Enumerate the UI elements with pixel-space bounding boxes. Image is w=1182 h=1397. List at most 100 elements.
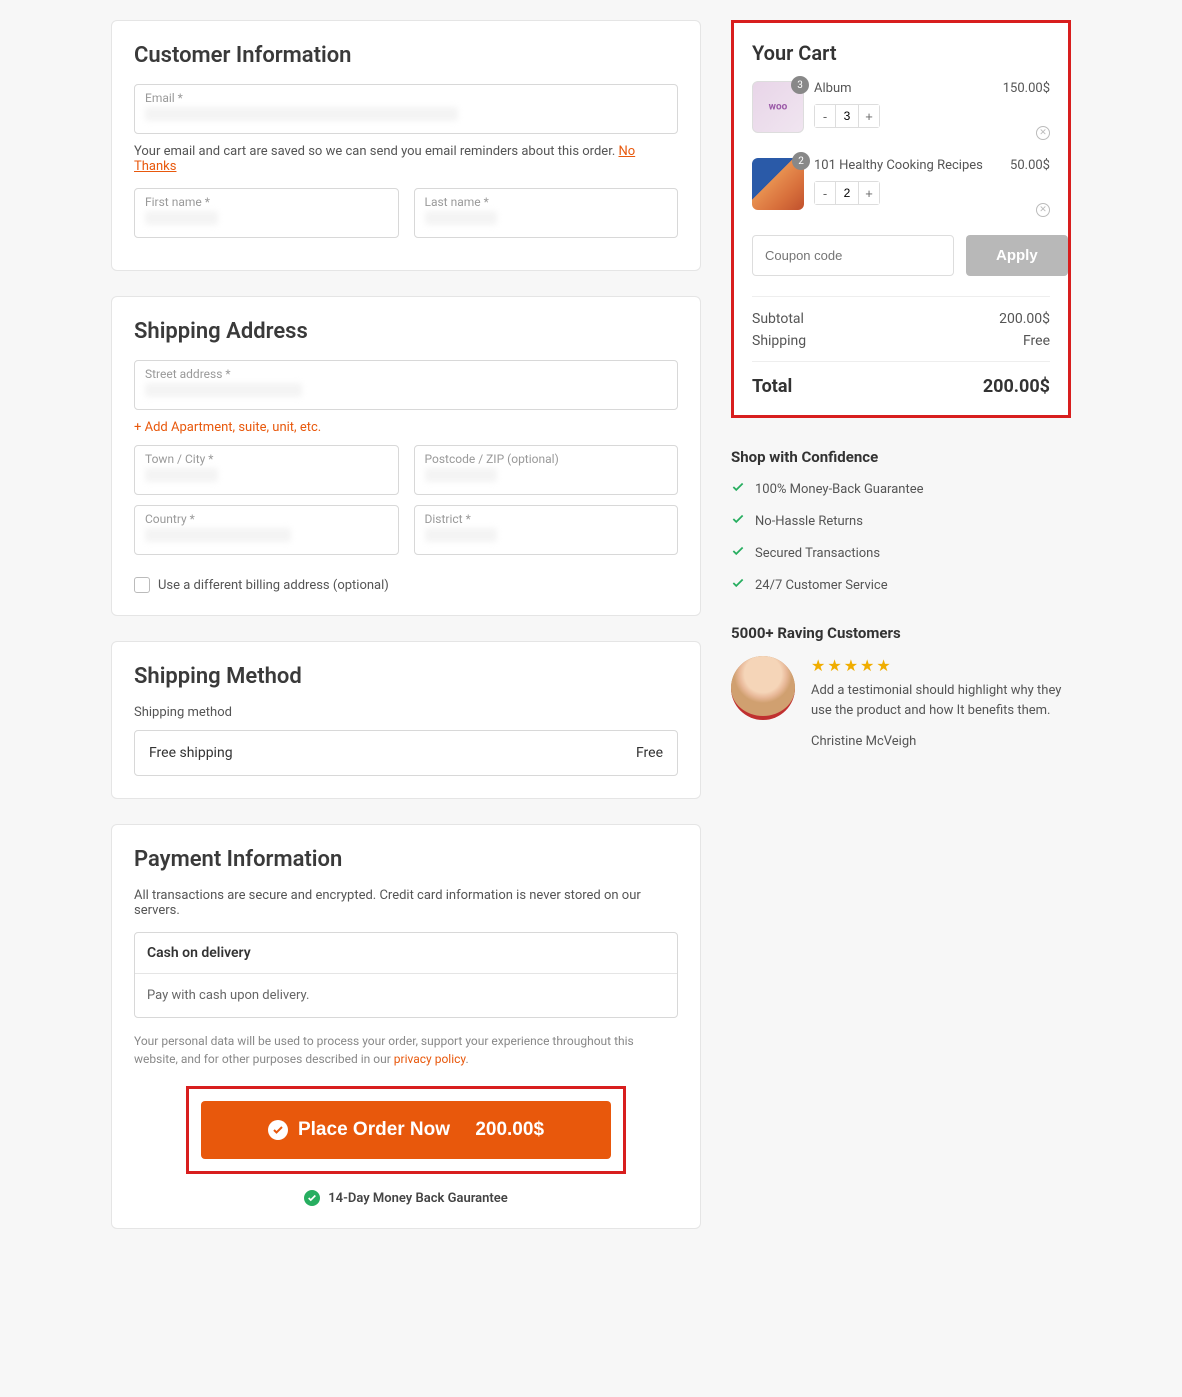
add-apartment-link[interactable]: Add Apartment, suite, unit, etc.	[134, 420, 678, 435]
email-value-blurred	[145, 107, 458, 121]
confidence-section: Shop with Confidence 100% Money-Back Gua…	[731, 448, 1071, 594]
district-value-blurred	[425, 528, 498, 542]
shipping-option-cost: Free	[636, 745, 663, 761]
first-name-value-blurred	[145, 211, 218, 225]
guarantee-row: 14-Day Money Back Gaurantee	[134, 1190, 678, 1206]
qty-increase-button[interactable]: +	[859, 182, 879, 204]
cart-item-price: 50.00$	[1010, 158, 1050, 173]
remove-item-button[interactable]: ✕	[1036, 126, 1050, 140]
town-field[interactable]: Town / City *	[134, 445, 399, 495]
cart-item: 2 101 Healthy Cooking Recipes - + 50.00$…	[752, 158, 1050, 217]
cart-title: Your Cart	[752, 41, 1050, 65]
postcode-value-blurred	[425, 468, 498, 482]
qty-decrease-button[interactable]: -	[815, 182, 835, 204]
country-label: Country *	[145, 512, 388, 526]
testimonials-section: 5000+ Raving Customers ★★★★★ Add a testi…	[731, 624, 1071, 749]
apply-coupon-button[interactable]: Apply	[966, 235, 1068, 276]
testimonials-title: 5000+ Raving Customers	[731, 624, 1071, 642]
shipping-address-card: Shipping Address Street address * Add Ap…	[111, 296, 701, 616]
last-name-value-blurred	[425, 211, 498, 225]
qty-decrease-button[interactable]: -	[815, 105, 835, 127]
customer-info-title: Customer Information	[134, 43, 678, 68]
cart-item-name: Album	[814, 81, 993, 96]
total-label: Total	[752, 376, 792, 397]
qty-input[interactable]	[835, 182, 859, 204]
cart-item-thumb: 2	[752, 158, 804, 210]
diff-billing-checkbox[interactable]	[134, 577, 150, 593]
payment-method-name: Cash on delivery	[135, 933, 677, 974]
check-icon	[731, 544, 745, 562]
confidence-title: Shop with Confidence	[731, 448, 1071, 466]
remove-item-button[interactable]: ✕	[1036, 203, 1050, 217]
confidence-item: Secured Transactions	[731, 544, 1071, 562]
coupon-input[interactable]	[752, 235, 954, 276]
cart-item-thumb: 3	[752, 81, 804, 133]
customer-info-card: Customer Information Email * Your email …	[111, 20, 701, 271]
diff-billing-label: Use a different billing address (optiona…	[158, 578, 389, 593]
quantity-stepper: - +	[814, 181, 880, 205]
check-icon	[731, 576, 745, 594]
postcode-field[interactable]: Postcode / ZIP (optional)	[414, 445, 679, 495]
district-label: District *	[425, 512, 668, 526]
shipping-value: Free	[1023, 333, 1050, 349]
star-rating-icon: ★★★★★	[811, 656, 1071, 675]
qty-input[interactable]	[835, 105, 859, 127]
testimonial-avatar	[731, 656, 795, 720]
shipping-option-name: Free shipping	[149, 745, 233, 761]
cart-item-badge: 3	[791, 76, 809, 94]
email-label: Email *	[145, 91, 667, 105]
street-value-blurred	[145, 383, 302, 397]
qty-increase-button[interactable]: +	[859, 105, 879, 127]
subtotal-value: 200.00$	[999, 311, 1050, 327]
shipping-title: Shipping Address	[134, 319, 678, 344]
total-value: 200.00$	[983, 376, 1050, 397]
cart-card: Your Cart 3 Album - + 150.00$ ✕	[731, 20, 1071, 418]
check-icon	[731, 480, 745, 498]
subtotal-label: Subtotal	[752, 311, 804, 327]
shipping-method-label: Shipping method	[134, 705, 678, 720]
last-name-label: Last name *	[425, 195, 668, 209]
privacy-note: Your personal data will be used to proce…	[134, 1032, 678, 1068]
place-order-highlight: Place Order Now 200.00$	[186, 1086, 626, 1174]
confidence-item: 100% Money-Back Guarantee	[731, 480, 1071, 498]
postcode-label: Postcode / ZIP (optional)	[425, 452, 668, 466]
shipping-method-card: Shipping Method Shipping method Free shi…	[111, 641, 701, 799]
cart-item-badge: 2	[792, 152, 810, 170]
testimonial-text: Add a testimonial should highlight why t…	[811, 681, 1071, 720]
payment-title: Payment Information	[134, 847, 678, 872]
town-label: Town / City *	[145, 452, 388, 466]
payment-card: Payment Information All transactions are…	[111, 824, 701, 1229]
first-name-label: First name *	[145, 195, 388, 209]
district-field[interactable]: District *	[414, 505, 679, 555]
town-value-blurred	[145, 468, 218, 482]
country-value-blurred	[145, 528, 291, 542]
cart-item: 3 Album - + 150.00$ ✕	[752, 81, 1050, 140]
payment-method[interactable]: Cash on delivery Pay with cash upon deli…	[134, 932, 678, 1018]
shipping-option[interactable]: Free shipping Free	[134, 730, 678, 776]
email-field[interactable]: Email *	[134, 84, 678, 134]
saved-reminder-hint: Your email and cart are saved so we can …	[134, 144, 678, 174]
confidence-item: 24/7 Customer Service	[731, 576, 1071, 594]
street-label: Street address *	[145, 367, 667, 381]
last-name-field[interactable]: Last name *	[414, 188, 679, 238]
cart-item-price: 150.00$	[1003, 81, 1050, 96]
place-order-amount: 200.00$	[475, 1119, 544, 1141]
privacy-policy-link[interactable]: privacy policy	[394, 1052, 466, 1066]
street-field[interactable]: Street address *	[134, 360, 678, 410]
first-name-field[interactable]: First name *	[134, 188, 399, 238]
testimonial-author: Christine McVeigh	[811, 734, 1071, 749]
guarantee-check-icon	[304, 1190, 320, 1206]
payment-secure-note: All transactions are secure and encrypte…	[134, 888, 678, 918]
place-order-button[interactable]: Place Order Now 200.00$	[201, 1101, 611, 1159]
confidence-item: No-Hassle Returns	[731, 512, 1071, 530]
guarantee-text: 14-Day Money Back Gaurantee	[328, 1191, 508, 1206]
cart-item-name: 101 Healthy Cooking Recipes	[814, 158, 1000, 173]
payment-method-desc: Pay with cash upon delivery.	[135, 974, 677, 1017]
place-order-label: Place Order Now	[298, 1119, 450, 1141]
check-icon	[731, 512, 745, 530]
country-field[interactable]: Country *	[134, 505, 399, 555]
check-circle-icon	[268, 1120, 288, 1140]
quantity-stepper: - +	[814, 104, 880, 128]
shipping-label: Shipping	[752, 333, 806, 349]
shipping-method-title: Shipping Method	[134, 664, 678, 689]
